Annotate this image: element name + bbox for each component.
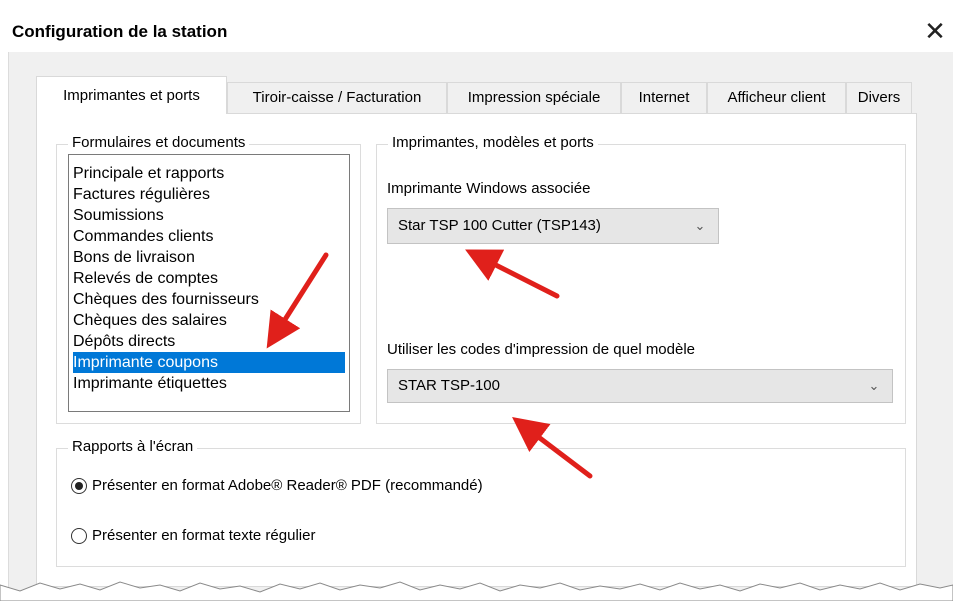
- torn-edge-decoration: [0, 581, 953, 601]
- red-arrow-icon: [465, 249, 560, 299]
- red-arrow-icon: [266, 252, 329, 349]
- red-arrow-icon: [512, 416, 593, 479]
- dialog-window: Configuration de la station ✕ Imprimante…: [0, 0, 953, 601]
- tab-imprimantes-et-ports[interactable]: Imprimantes et ports: [36, 76, 227, 114]
